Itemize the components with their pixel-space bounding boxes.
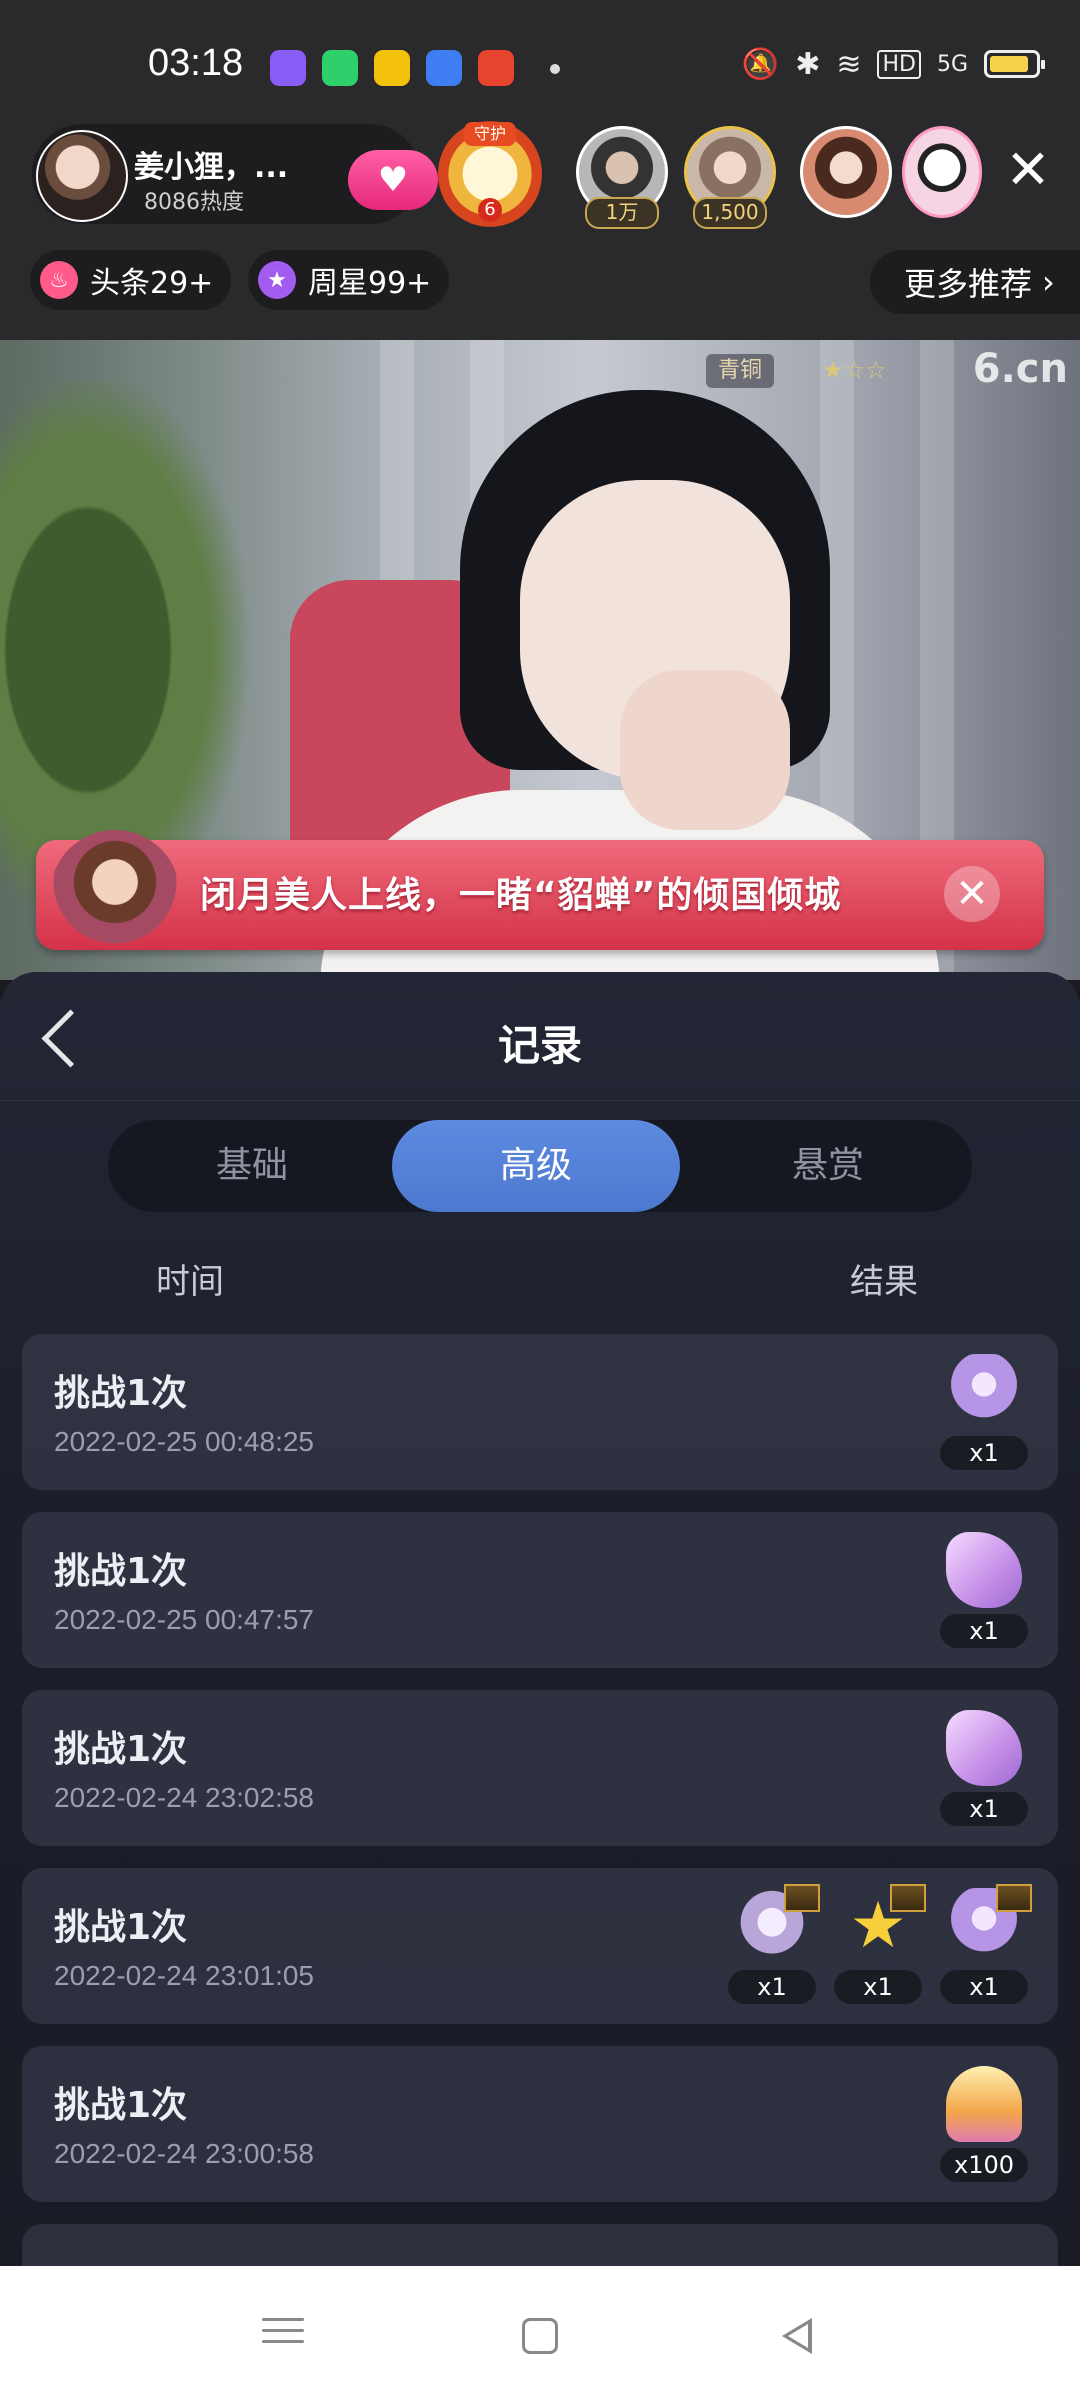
headline-rank-pill[interactable]: ♨ 头条29+ xyxy=(30,250,232,310)
viewer-avatar[interactable] xyxy=(800,126,892,218)
sheet-header: 记录 xyxy=(0,972,1080,1101)
tab-advanced[interactable]: 高级 xyxy=(392,1120,680,1212)
prize-item: x1 xyxy=(940,1532,1028,1648)
record-title: 挑战1次 xyxy=(54,2085,188,2126)
record-row: 挑战1次 2022-02-24 23:02:58 x1 xyxy=(22,1690,1058,1846)
anchor-heat: 8086热度 xyxy=(144,190,244,215)
close-room-button[interactable]: ✕ xyxy=(1000,142,1056,198)
prize-quantity: x1 xyxy=(940,1792,1028,1826)
diaochan-figure-icon xyxy=(50,830,180,960)
promo-close-button[interactable]: ✕ xyxy=(944,866,1000,922)
limited-tag-icon xyxy=(890,1884,926,1912)
weekly-star-label: 周星99+ xyxy=(308,266,432,301)
app-notification-icon xyxy=(270,50,306,86)
signal-icon: 5G xyxy=(936,51,968,77)
weekly-star-pill[interactable]: ★ 周星99+ xyxy=(248,250,450,310)
headline-rank-label: 头条29+ xyxy=(90,266,214,301)
anchor-avatar[interactable] xyxy=(36,130,128,222)
star-icon: ★ xyxy=(258,261,296,299)
prize-item: x1 xyxy=(940,1884,1032,2004)
guard-count: 6 xyxy=(478,198,502,222)
glove-icon xyxy=(946,1532,1022,1608)
tab-bounty[interactable]: 悬赏 xyxy=(684,1120,972,1212)
prize-item: x100 xyxy=(940,2066,1028,2182)
anchor-info[interactable]: 姜小狸，... 8086热度 ♥ xyxy=(32,124,438,224)
record-row: 挑战1次 2022-02-24 23:01:05 x1 ★ x1 x1 xyxy=(22,1868,1058,2024)
mute-icon: 🔕 xyxy=(741,46,780,82)
viewer-avatar[interactable]: 1万 xyxy=(576,126,668,229)
record-title: 挑战1次 xyxy=(54,1373,188,1414)
viewer-contribution-badge: 1万 xyxy=(585,197,659,229)
column-header-time: 时间 xyxy=(156,1262,224,1302)
app-notification-icon xyxy=(374,50,410,86)
record-title: 挑战1次 xyxy=(54,1729,188,1770)
limited-tag-icon xyxy=(996,1884,1032,1912)
limited-tag-icon xyxy=(784,1884,820,1912)
back-icon[interactable] xyxy=(782,2318,812,2354)
status-time: 03:18 xyxy=(148,42,244,84)
record-row: 挑战1次 2022-02-25 00:47:57 x1 xyxy=(22,1512,1058,1668)
viewer-avatar[interactable]: 1,500 xyxy=(684,126,776,229)
prize-quantity: x1 xyxy=(940,1436,1028,1470)
rank-stars: ★☆☆ xyxy=(822,356,887,384)
glove-icon xyxy=(946,1710,1022,1786)
more-notifications-dot xyxy=(550,64,560,74)
follow-heart-button[interactable]: ♥ xyxy=(348,150,438,210)
more-recommend-button[interactable]: 更多推荐 › xyxy=(870,250,1080,314)
prize-quantity: x1 xyxy=(728,1970,816,2004)
bluetooth-icon: ✱ xyxy=(795,46,821,82)
anchor-name: 姜小狸，... xyxy=(134,150,289,185)
prize-item: x1 xyxy=(940,1354,1028,1470)
prize-quantity: x100 xyxy=(940,2148,1028,2182)
record-time: 2022-02-25 00:48:25 xyxy=(54,1426,314,1457)
live-room-header: 姜小狸，... 8086热度 ♥ 守护 6 1万 1,500 ✕ ♨ 头条29+… xyxy=(0,112,1080,340)
heart-icon: ♥ xyxy=(377,160,409,200)
platform-logo: 6.cn xyxy=(972,346,1068,392)
app-notification-icon xyxy=(478,50,514,86)
prize-item: x1 xyxy=(940,1710,1028,1826)
record-row: 挑战1次 2022-02-25 00:48:25 x1 xyxy=(22,1334,1058,1490)
prize-item: ★ x1 xyxy=(834,1884,926,2004)
record-title: 挑战1次 xyxy=(54,1551,188,1592)
app-notification-icon xyxy=(426,50,462,86)
wifi-icon: ≋ xyxy=(836,46,862,82)
record-sheet: 记录 基础 高级 悬赏 时间 结果 挑战1次 2022-02-25 00:48:… xyxy=(0,972,1080,2266)
record-title: 挑战1次 xyxy=(54,1907,188,1948)
status-bar: 03:18 🔕 ✱ ≋ HD 5G xyxy=(0,0,1080,130)
guard-badge[interactable]: 守护 6 xyxy=(438,120,542,228)
prize-item: x1 xyxy=(728,1884,820,2004)
chevron-right-icon: › xyxy=(1042,263,1055,301)
more-recommend-label: 更多推荐 xyxy=(904,265,1033,303)
app-notification-icon xyxy=(322,50,358,86)
tab-basic[interactable]: 基础 xyxy=(108,1120,396,1212)
viewer-avatar[interactable] xyxy=(902,126,982,218)
record-row: 挑战1次 2022-02-24 23:00:58 x100 xyxy=(22,2046,1058,2202)
record-time: 2022-02-24 23:02:58 xyxy=(54,1782,314,1813)
status-icons: 🔕 ✱ ≋ HD 5G xyxy=(741,44,1045,84)
record-row xyxy=(22,2224,1058,2266)
carriage-icon xyxy=(946,1354,1022,1430)
record-time: 2022-02-24 23:00:58 xyxy=(54,2138,314,2169)
menu-icon[interactable] xyxy=(258,2310,308,2360)
viewer-contribution-badge: 1,500 xyxy=(693,197,767,229)
prize-quantity: x1 xyxy=(834,1970,922,2004)
prize-quantity: x1 xyxy=(940,1614,1028,1648)
record-time: 2022-02-25 00:47:57 xyxy=(54,1604,314,1635)
promo-text: 闭月美人上线，一睹“貂蝉”的倾国倾城 xyxy=(200,875,842,916)
record-time: 2022-02-24 23:01:05 xyxy=(54,1960,314,1991)
prize-quantity: x1 xyxy=(940,1970,1028,2004)
streamer-hand xyxy=(620,670,790,830)
battery-icon xyxy=(984,50,1045,78)
hd-icon: HD xyxy=(877,49,921,79)
system-nav-bar xyxy=(0,2266,1080,2400)
rank-badge: 青铜 xyxy=(706,354,775,388)
sheet-title: 记录 xyxy=(497,1021,582,1070)
shell-icon xyxy=(946,2066,1022,2142)
guard-label: 守护 xyxy=(464,122,516,146)
level-tabs: 基础 高级 悬赏 xyxy=(108,1120,972,1212)
home-icon[interactable] xyxy=(522,2318,558,2354)
fire-icon: ♨ xyxy=(40,261,78,299)
column-header-result: 结果 xyxy=(850,1262,918,1302)
